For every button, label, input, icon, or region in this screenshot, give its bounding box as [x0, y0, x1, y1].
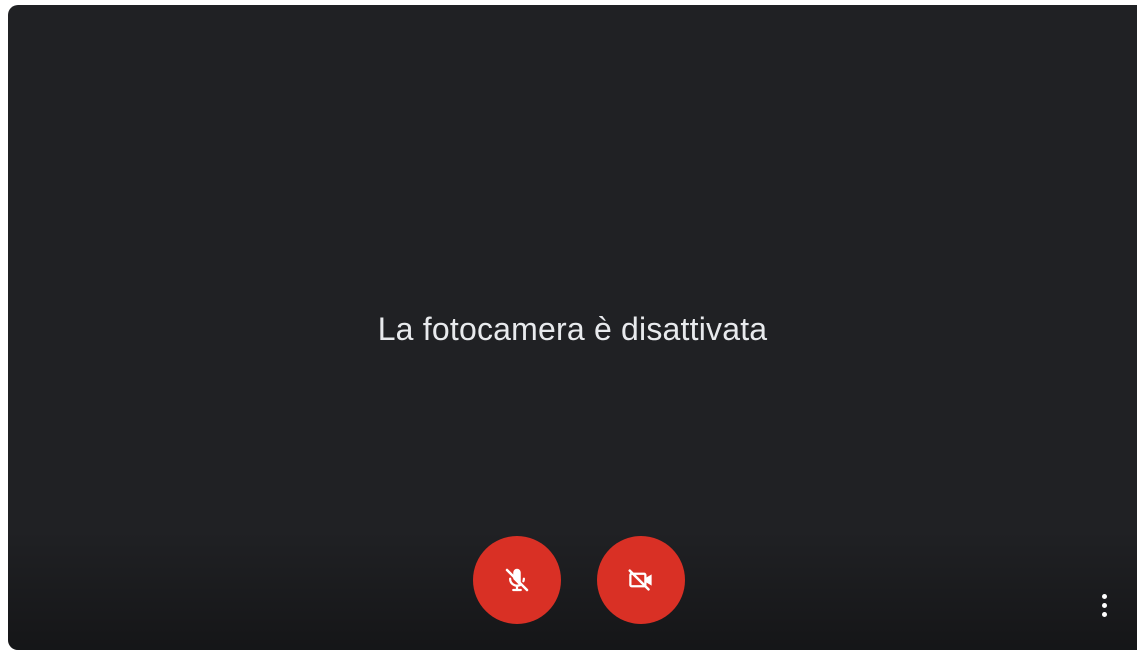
mic-toggle-button[interactable] [473, 536, 561, 624]
videocam-off-icon [626, 565, 656, 595]
camera-off-message: La fotocamera è disattivata [377, 311, 768, 347]
mic-off-icon [502, 565, 532, 595]
bottom-gradient [8, 530, 1137, 650]
more-options-button[interactable] [1088, 587, 1120, 623]
more-vert-icon [1101, 593, 1107, 599]
camera-preview: La fotocamera è disattivata [8, 5, 1137, 650]
camera-toggle-button[interactable] [597, 536, 685, 624]
